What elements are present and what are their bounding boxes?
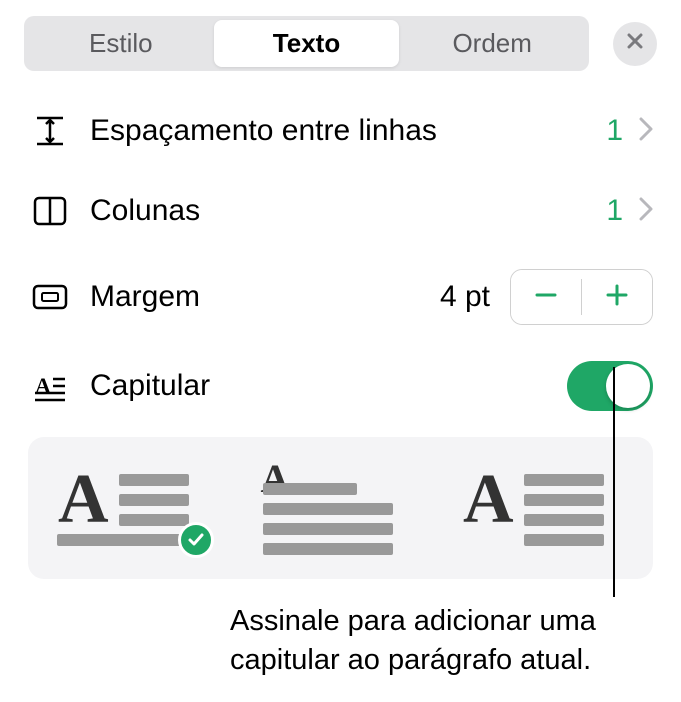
chevron-right-icon bbox=[639, 117, 653, 146]
dropcap-preview-letter: A bbox=[58, 474, 109, 527]
margin-stepper bbox=[510, 269, 653, 325]
row-dropcap: A Capitular bbox=[0, 343, 681, 429]
close-button[interactable] bbox=[613, 22, 657, 66]
selected-check-icon bbox=[178, 522, 214, 558]
dropcap-style-raised[interactable]: A bbox=[261, 461, 411, 555]
margin-value: 4 pt bbox=[440, 280, 490, 314]
margin-increase-button[interactable] bbox=[582, 270, 652, 324]
chevron-right-icon bbox=[639, 197, 653, 226]
annotation-text: Assinale para adicionar uma capitular ao… bbox=[230, 602, 660, 680]
margin-decrease-button[interactable] bbox=[511, 270, 581, 324]
dropcap-label: Capitular bbox=[90, 369, 567, 403]
row-columns[interactable]: Colunas 1 bbox=[0, 171, 681, 251]
line-spacing-value: 1 bbox=[606, 114, 623, 148]
dropcap-toggle[interactable] bbox=[567, 361, 653, 411]
tab-bar: Estilo Texto Ordem bbox=[0, 0, 681, 91]
dropcap-icon: A bbox=[28, 364, 72, 408]
tab-order[interactable]: Ordem bbox=[399, 20, 585, 67]
row-line-spacing[interactable]: Espaçamento entre linhas 1 bbox=[0, 91, 681, 171]
line-spacing-label: Espaçamento entre linhas bbox=[90, 114, 606, 148]
dropcap-preview-letter: A bbox=[463, 474, 514, 527]
columns-icon bbox=[28, 189, 72, 233]
dropcap-preview-lines bbox=[299, 483, 410, 555]
line-spacing-icon bbox=[28, 109, 72, 153]
minus-icon bbox=[533, 282, 559, 313]
margin-icon bbox=[28, 275, 72, 319]
row-margin: Margem 4 pt bbox=[0, 251, 681, 343]
dropcap-preview-lines bbox=[524, 474, 623, 546]
dropcap-styles-panel: A A A bbox=[28, 437, 653, 579]
dropcap-style-outdent[interactable]: A bbox=[463, 470, 623, 546]
annotation-leader-line bbox=[613, 367, 615, 597]
tab-segments: Estilo Texto Ordem bbox=[24, 16, 589, 71]
tab-text[interactable]: Texto bbox=[214, 20, 400, 67]
columns-value: 1 bbox=[606, 194, 623, 228]
tab-style[interactable]: Estilo bbox=[28, 20, 214, 67]
columns-label: Colunas bbox=[90, 194, 606, 228]
margin-label: Margem bbox=[90, 280, 440, 314]
close-icon bbox=[625, 31, 645, 56]
dropcap-style-inset[interactable]: A bbox=[58, 470, 208, 546]
plus-icon bbox=[604, 282, 630, 313]
